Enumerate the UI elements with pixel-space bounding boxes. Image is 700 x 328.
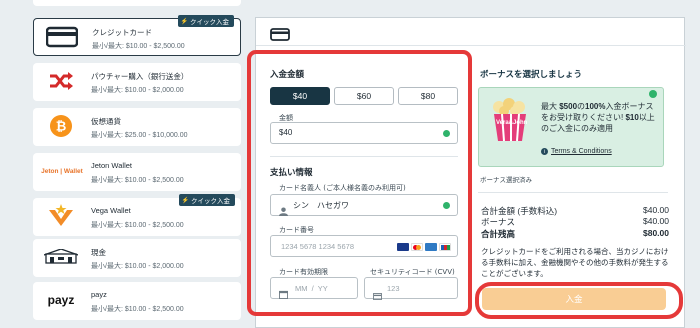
payment-method-credit-card[interactable]: ⚡ クイック入金 クレジットカード 最小/最大: $10.00 - $2,500.… — [33, 15, 241, 56]
payment-method-cash[interactable]: 現金 最小/最大: $10.00 - $2,000.00 — [33, 239, 241, 277]
payment-section-title: 支払い情報 — [270, 168, 313, 178]
terms-link[interactable]: i Terms & Conditions — [541, 148, 612, 155]
summary-bonus-row: ボーナス $40.00 — [481, 216, 669, 227]
method-name: パウチャー購入（銀行送金） — [91, 72, 189, 81]
method-limit: 最小/最大: $25.00 - $10,000.00 — [91, 132, 188, 139]
cardholder-input[interactable]: シン ハセガワ — [270, 194, 458, 216]
amount-section-title: 入金金額 — [270, 70, 305, 80]
bonus-selected-label: ボーナス選択済み — [480, 176, 532, 184]
method-name: payz — [91, 290, 107, 299]
jcb-icon — [439, 243, 451, 251]
popcorn-image: Vera&John — [489, 98, 531, 142]
deposit-button[interactable]: 入金 — [482, 288, 666, 310]
method-limit: 最小/最大: $10.00 - $2,000.00 — [91, 87, 184, 94]
summary-total-row: 合計残高 $80.00 — [481, 228, 669, 239]
amount-option-60[interactable]: $60 — [334, 87, 394, 105]
lightning-icon: ⚡ — [180, 18, 188, 25]
payment-method-payz[interactable]: payz payz 最小/最大: $10.00 - $2,500.00 — [33, 282, 241, 320]
payz-logo: payz — [47, 293, 75, 307]
method-name: Vega Wallet — [91, 206, 131, 215]
credit-card-icon — [42, 22, 82, 52]
quick-deposit-badge: ⚡ クイック入金 — [177, 15, 234, 27]
summary-divider — [478, 192, 668, 193]
popcorn-label: Vera&John — [496, 120, 528, 126]
shuffle-icon — [41, 66, 81, 96]
expiry-placeholder: MM / YY — [295, 284, 328, 293]
fee-notice: クレジットカードをご利用される場合、当カジノにおける手数料に加え、金融機関やその… — [481, 247, 669, 278]
method-limit: 最小/最大: $10.00 - $2,500.00 — [91, 177, 184, 184]
payment-method-voucher[interactable]: パウチャー購入（銀行送金） 最小/最大: $10.00 - $2,000.00 — [33, 63, 241, 101]
cvv-label: セキュリティコード (CVV) — [370, 268, 455, 276]
method-name: 現金 — [91, 248, 106, 257]
method-name: クレジットカード — [92, 28, 152, 37]
payment-method-crypto[interactable]: ₿ 仮想通貨 最小/最大: $25.00 - $10,000.00 — [33, 108, 241, 146]
method-limit: 最小/最大: $10.00 - $2,500.00 — [92, 43, 185, 50]
cardholder-label: カード名義人 (ご本人様名義のみ利用可) — [279, 184, 406, 192]
card-brand-icons — [397, 243, 451, 251]
jeton-logo: Jeton | Wallet — [41, 167, 83, 175]
payment-method-vega[interactable]: ⚡ クイック入金 Vega Wallet 最小/最大: $10.00 - $2,5… — [33, 194, 241, 236]
info-icon: i — [541, 148, 548, 155]
card-small-icon — [373, 285, 382, 304]
expiry-input[interactable]: MM / YY — [270, 277, 358, 299]
cvv-placeholder: 123 — [387, 284, 400, 293]
calendar-icon — [279, 284, 288, 303]
mastercard-icon — [411, 243, 423, 251]
cvv-input[interactable]: 123 — [364, 277, 458, 300]
amex-icon — [425, 243, 437, 251]
svg-text:₿: ₿ — [56, 120, 67, 135]
bonus-description: 最大 $500の100%入金ボーナスをお受け取りください! $10以上のご入金に… — [541, 102, 655, 133]
amount-value: $40 — [279, 128, 293, 137]
payment-method-clipped[interactable] — [33, 0, 241, 6]
cardholder-value: シン ハセガワ — [293, 201, 349, 210]
check-icon — [649, 90, 657, 98]
check-icon — [443, 202, 450, 209]
method-limit: 最小/最大: $10.00 - $2,500.00 — [91, 306, 184, 313]
user-icon — [279, 201, 288, 220]
amount-input[interactable]: $40 — [270, 122, 458, 144]
bonus-title: ボーナスを選択しましょう — [480, 70, 583, 80]
method-limit: 最小/最大: $10.00 - $2,500.00 — [91, 222, 184, 229]
vega-logo — [41, 201, 81, 231]
card-number-label: カード番号 — [279, 226, 314, 234]
expiry-label: カード有効期限 — [279, 268, 328, 276]
check-icon — [443, 130, 450, 137]
panel-header — [256, 18, 686, 46]
amount-option-40[interactable]: $40 — [270, 87, 330, 105]
cash-store-icon — [41, 242, 81, 272]
method-name: Jeton Wallet — [91, 161, 132, 170]
card-number-placeholder: 1234 5678 1234 5678 — [281, 242, 354, 251]
quick-deposit-badge: ⚡ クイック入金 — [178, 194, 235, 206]
bitcoin-icon: ₿ — [41, 111, 81, 141]
card-number-input[interactable]: 1234 5678 1234 5678 — [270, 235, 458, 257]
method-limit: 最小/最大: $10.00 - $2,000.00 — [91, 263, 184, 270]
payment-method-jeton[interactable]: Jeton | Wallet Jeton Wallet 最小/最大: $10.0… — [33, 153, 241, 191]
bonus-option-card[interactable]: Vera&John 最大 $500の100%入金ボーナスをお受け取りください! … — [478, 87, 664, 167]
lightning-icon: ⚡ — [181, 197, 189, 204]
visa-icon — [397, 243, 409, 251]
credit-card-icon — [270, 26, 290, 45]
section-divider — [270, 156, 458, 157]
method-name: 仮想通貨 — [91, 117, 121, 126]
amount-option-80[interactable]: $80 — [398, 87, 458, 105]
